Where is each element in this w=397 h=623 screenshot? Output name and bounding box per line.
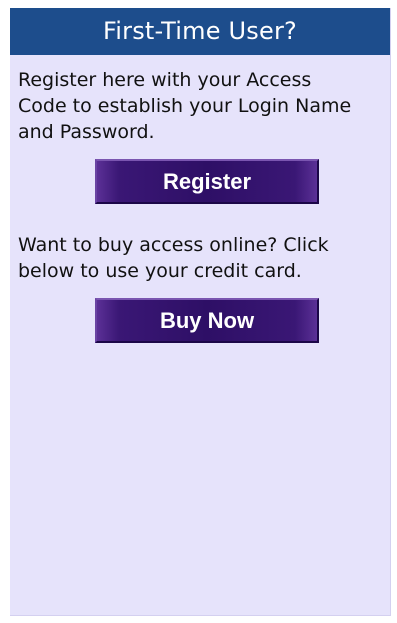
buy-now-button[interactable]: Buy Now [95, 298, 319, 343]
register-description: Register here with your Access Code to e… [18, 69, 352, 143]
register-button-wrap: Register [10, 145, 390, 204]
register-button[interactable]: Register [95, 159, 319, 204]
panel-title: First-Time User? [10, 8, 390, 55]
first-time-user-panel: First-Time User? Register here with your… [10, 8, 391, 616]
buy-button-wrap: Buy Now [10, 284, 390, 343]
buy-description: Want to buy access online? Click below t… [18, 234, 329, 282]
